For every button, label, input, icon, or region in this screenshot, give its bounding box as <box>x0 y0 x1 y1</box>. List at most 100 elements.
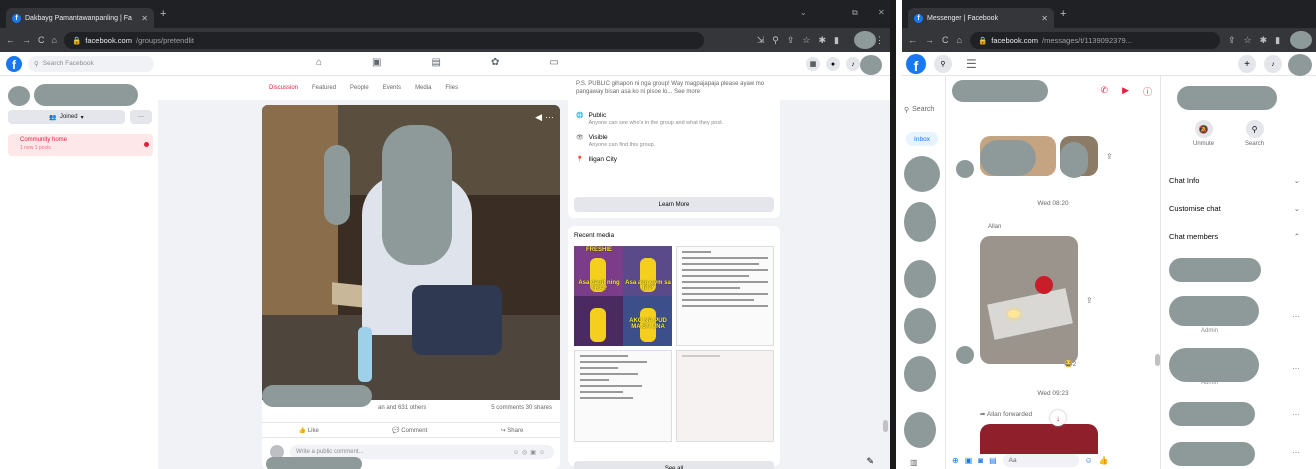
groups-nav-icon[interactable]: ✿ <box>491 57 499 68</box>
tab-media[interactable]: Media <box>415 85 431 91</box>
url-input[interactable]: 🔒 facebook.com/messages/t/1139092379... <box>969 31 1220 49</box>
form-thumbnail-2[interactable] <box>676 350 774 442</box>
member-options-icon[interactable]: ··· <box>1292 448 1300 457</box>
tab-people[interactable]: People <box>350 85 369 91</box>
reload-icon[interactable]: C <box>942 35 949 45</box>
notifications-bell-icon[interactable]: ♪ <box>846 57 860 71</box>
home-nav-icon[interactable]: ⌂ <box>316 57 322 68</box>
browser-tab-messenger[interactable]: f Messenger | Facebook ✕ <box>908 8 1054 28</box>
meme-thumbnail[interactable]: FRESHIE Asa dapit ning TRA? Asa ang gym … <box>574 246 672 346</box>
page-scrollbar[interactable] <box>883 420 888 432</box>
tab-featured[interactable]: Featured <box>312 85 336 91</box>
video-call-icon[interactable]: ▶ <box>1122 85 1129 98</box>
sticker-icon[interactable]: ◙ <box>978 456 983 465</box>
zoom-icon[interactable]: ⚲ <box>772 35 779 46</box>
post-video[interactable]: ◀ ··· <box>262 105 560 400</box>
home-icon[interactable]: ⌂ <box>52 35 57 45</box>
close-tab-icon[interactable]: ✕ <box>141 14 148 23</box>
image-icon[interactable]: ▣ <box>965 456 973 465</box>
profile-avatar[interactable] <box>854 31 876 49</box>
profile-avatar[interactable] <box>1290 31 1312 49</box>
menu-grid-icon[interactable]: ▦ <box>806 57 820 71</box>
customise-chat-section[interactable]: Customise chat ⌄ <box>1169 204 1300 213</box>
forwarded-photo[interactable] <box>980 424 1098 454</box>
new-message-icon[interactable]: ✎ <box>866 456 874 467</box>
close-tab-icon[interactable]: ✕ <box>1041 14 1048 23</box>
account-avatar[interactable] <box>860 55 882 75</box>
joined-button[interactable]: 👥 Joined ▾ <box>8 110 125 124</box>
close-window-icon[interactable]: ✕ <box>878 8 885 17</box>
chat-avatar[interactable] <box>904 156 940 192</box>
video-options-icon[interactable]: ··· <box>545 112 554 122</box>
member-options-icon[interactable]: ··· <box>1292 312 1300 321</box>
member-redacted[interactable] <box>1169 296 1259 326</box>
tab-files[interactable]: Files <box>445 85 458 91</box>
share-page-icon[interactable]: ⇪ <box>1228 35 1236 46</box>
messenger-icon[interactable]: ● <box>826 57 840 71</box>
forward-icon[interactable]: ⇪ <box>1086 296 1093 305</box>
search-in-chat-button[interactable]: ⚲ Search <box>1245 120 1264 147</box>
sidepanel-icon[interactable]: ▮ <box>1275 35 1280 46</box>
url-input[interactable]: 🔒 facebook.com/groups/pretendlit <box>63 31 704 49</box>
see-all-button[interactable]: See all <box>574 461 774 469</box>
search-icon[interactable]: ⚲ <box>934 54 952 73</box>
plus-actions-icon[interactable]: ⊕ <box>952 456 959 465</box>
member-redacted[interactable] <box>1169 258 1261 282</box>
chat-members-section[interactable]: Chat members ⌃ <box>1169 232 1300 241</box>
document-thumbnail[interactable] <box>676 246 774 346</box>
member-redacted[interactable] <box>1169 442 1255 466</box>
back-icon[interactable]: ← <box>908 35 917 45</box>
forward-icon[interactable]: → <box>925 35 934 45</box>
reload-icon[interactable]: C <box>38 35 45 45</box>
chat-avatar[interactable] <box>904 412 936 448</box>
more-options-button[interactable]: ··· <box>130 110 152 124</box>
member-options-icon[interactable]: ··· <box>1292 364 1300 373</box>
chat-info-section[interactable]: Chat Info ⌄ <box>1169 176 1300 185</box>
chat-avatar[interactable] <box>904 260 936 298</box>
sidebar-toggle-icon[interactable]: ▥ <box>910 458 918 467</box>
volume-icon[interactable]: ◀ <box>535 112 542 123</box>
forward-icon[interactable]: → <box>22 35 31 45</box>
member-redacted[interactable] <box>1169 402 1255 426</box>
bookmark-star-icon[interactable]: ☆ <box>802 35 810 46</box>
chat-avatar[interactable] <box>904 202 936 242</box>
forward-icon[interactable]: ⇪ <box>1106 152 1113 161</box>
inbox-tab[interactable]: Inbox <box>906 132 938 146</box>
notifications-bell-icon[interactable]: ♪ <box>1264 55 1282 73</box>
unmute-button[interactable]: 🔕 Unmute <box>1193 120 1214 147</box>
thumbs-up-icon[interactable]: 👍 <box>1099 456 1109 465</box>
tab-discussion[interactable]: Discussion <box>269 85 298 91</box>
message-input[interactable]: Aa <box>1002 453 1079 467</box>
comments-shares-count[interactable]: 5 comments 30 shares <box>491 405 552 411</box>
reaction-badge[interactable]: 😂2 <box>1064 360 1076 368</box>
hamburger-menu-icon[interactable]: ☰ <box>966 57 977 71</box>
facebook-search-input[interactable]: ⚲ Search Facebook <box>28 55 154 72</box>
browser-menu-icon[interactable]: ⋮ <box>875 35 884 46</box>
extensions-icon[interactable]: ✱ <box>819 35 827 46</box>
install-icon[interactable]: ⇲ <box>757 35 765 46</box>
account-avatar[interactable] <box>1288 54 1312 76</box>
like-button[interactable]: 👍 Like <box>299 427 319 434</box>
create-plus-icon[interactable]: + <box>1238 55 1256 73</box>
share-button[interactable]: ↪ Share <box>501 427 524 434</box>
shared-photo-candle[interactable] <box>980 236 1078 364</box>
chevron-down-icon[interactable]: ⌄ <box>800 8 807 17</box>
new-tab-icon[interactable]: + <box>160 8 166 20</box>
restore-icon[interactable]: ⧉ <box>852 8 858 18</box>
facebook-logo-icon[interactable]: f <box>906 53 926 74</box>
phone-call-icon[interactable]: ✆ <box>1101 85 1109 98</box>
facebook-logo-icon[interactable]: f <box>6 55 22 72</box>
extensions-icon[interactable]: ✱ <box>1260 35 1268 46</box>
share-page-icon[interactable]: ⇪ <box>787 35 795 46</box>
emoji-sticker-icons[interactable]: ☺◎▣☺ <box>513 449 548 456</box>
new-tab-icon[interactable]: + <box>1060 8 1066 20</box>
learn-more-button[interactable]: Learn More <box>574 197 774 212</box>
watch-nav-icon[interactable]: ▣ <box>372 57 381 68</box>
comment-button[interactable]: 💬 Comment <box>392 427 427 434</box>
info-icon[interactable]: ⓘ <box>1143 85 1152 98</box>
marketplace-nav-icon[interactable]: ▤ <box>432 57 441 68</box>
sidepanel-icon[interactable]: ▮ <box>834 35 839 46</box>
emoji-icon[interactable]: ☺ <box>1085 456 1093 465</box>
chat-avatar[interactable] <box>904 356 936 392</box>
form-thumbnail-1[interactable] <box>574 350 672 442</box>
